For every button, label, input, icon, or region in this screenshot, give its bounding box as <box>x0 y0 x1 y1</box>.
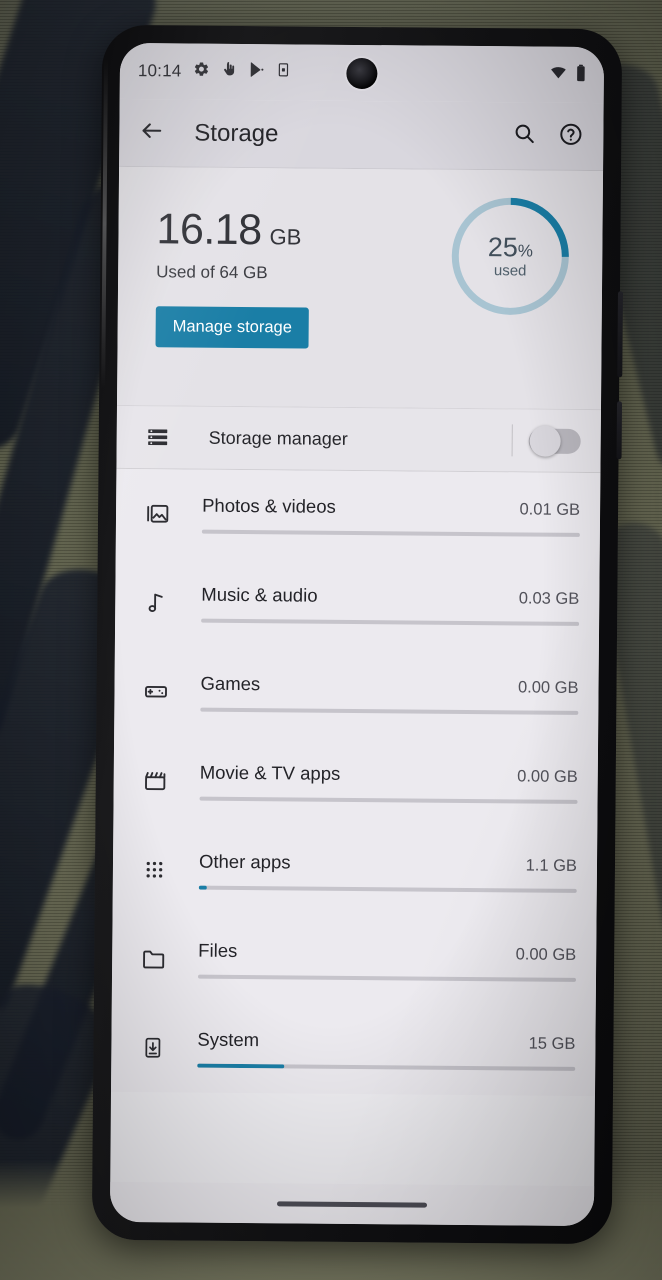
used-of-total-label: Used of 64 GB <box>156 262 268 283</box>
app-bar-actions <box>512 121 583 152</box>
category-usage-bar <box>199 796 578 804</box>
apps-grid-icon <box>137 858 171 881</box>
device-screenshot-icon <box>275 61 290 83</box>
category-header: Photos & videos 0.01 GB <box>202 495 580 520</box>
play-store-icon <box>247 61 264 83</box>
category-row-files[interactable]: Files 0.00 GB <box>112 914 597 1007</box>
category-header: System 15 GB <box>197 1029 575 1054</box>
music-note-icon <box>139 590 173 615</box>
storage-category-list: Photos & videos 0.01 GB Music & audio 0.… <box>110 468 601 1097</box>
category-usage-bar <box>197 1063 576 1071</box>
toggle-knob <box>529 425 561 457</box>
category-header: Files 0.00 GB <box>198 940 576 965</box>
category-size: 0.01 GB <box>519 500 581 519</box>
category-usage-bar <box>200 707 579 715</box>
category-size: 15 GB <box>528 1034 576 1053</box>
donut-percent-symbol: % <box>517 240 534 261</box>
wifi-icon <box>549 64 568 85</box>
phone-edge-highlight <box>101 58 109 389</box>
category-name: Files <box>198 939 238 961</box>
category-usage-bar <box>201 529 580 537</box>
battery-icon <box>576 63 586 86</box>
help-icon[interactable] <box>558 121 583 151</box>
row-divider <box>511 424 513 457</box>
category-row-system[interactable]: System 15 GB <box>111 1003 596 1096</box>
storage-manager-toggle[interactable] <box>528 425 581 457</box>
category-usage-bar <box>201 618 580 626</box>
category-size: 0.03 GB <box>518 589 580 608</box>
category-name: Photos & videos <box>202 494 336 517</box>
storage-manager-controls <box>511 424 581 457</box>
storage-summary-text: 16.18 GB Used of 64 GB Manage storage <box>143 193 310 349</box>
category-name: Music & audio <box>201 583 318 606</box>
storage-usage-donut: 25% used <box>448 194 573 319</box>
status-bar-right <box>549 63 586 86</box>
storage-summary-card: 16.18 GB Used of 64 GB Manage storage 25… <box>116 166 604 410</box>
category-row-movie-tv-apps[interactable]: Movie & TV apps 0.00 GB <box>113 736 598 829</box>
category-usage-fill <box>198 885 207 890</box>
status-clock: 10:14 <box>137 61 182 81</box>
category-row-games[interactable]: Games 0.00 GB <box>114 647 599 740</box>
gamepad-icon <box>138 679 172 704</box>
category-header: Other apps 1.1 GB <box>199 851 577 876</box>
touch-hand-icon <box>220 61 236 83</box>
list-lines-icon <box>141 425 175 449</box>
category-name: Other apps <box>198 850 291 873</box>
power-button[interactable] <box>617 291 624 378</box>
volume-button[interactable] <box>616 401 623 460</box>
donut-center-label: 25% used <box>448 194 573 319</box>
category-body: Music & audio 0.03 GB <box>201 584 579 626</box>
category-header: Movie & TV apps 0.00 GB <box>200 762 578 787</box>
category-usage-fill <box>197 1063 285 1069</box>
category-row-music-audio[interactable]: Music & audio 0.03 GB <box>115 558 600 651</box>
gesture-navigation-bar[interactable] <box>109 1181 595 1227</box>
status-bar: 10:14 <box>119 42 605 104</box>
category-size: 0.00 GB <box>517 678 579 697</box>
photo-scene: 10:14 Storage 16.18 GB Used of 64 GB Man… <box>0 0 662 1280</box>
front-camera-punch-hole <box>346 57 378 90</box>
manage-storage-button[interactable]: Manage storage <box>155 306 310 349</box>
category-body: System 15 GB <box>197 1029 576 1071</box>
back-arrow-icon[interactable] <box>139 118 164 148</box>
movie-clapper-icon <box>138 768 172 793</box>
donut-percent-text: 25% <box>487 231 534 262</box>
category-usage-bar <box>197 974 577 982</box>
system-device-icon <box>135 1036 169 1059</box>
photos-icon <box>140 501 174 526</box>
category-usage-bar <box>198 885 577 893</box>
folder-icon <box>136 946 170 971</box>
category-body: Other apps 1.1 GB <box>198 851 577 893</box>
category-header: Games 0.00 GB <box>200 673 578 698</box>
category-body: Photos & videos 0.01 GB <box>201 495 580 537</box>
phone-device: 10:14 Storage 16.18 GB Used of 64 GB Man… <box>91 24 624 1245</box>
category-row-photos-videos[interactable]: Photos & videos 0.01 GB <box>116 469 601 562</box>
status-bar-left: 10:14 <box>138 60 291 83</box>
donut-percent-number: 25 <box>487 231 518 262</box>
donut-caption: used <box>493 261 527 279</box>
search-icon[interactable] <box>512 121 536 150</box>
category-body: Files 0.00 GB <box>197 940 577 982</box>
used-amount-value: 16.18 <box>156 205 262 255</box>
storage-manager-label: Storage manager <box>208 427 348 449</box>
app-bar: Storage <box>119 98 604 172</box>
phone-screen: 10:14 Storage 16.18 GB Used of 64 GB Man… <box>109 42 605 1227</box>
category-size: 0.00 GB <box>517 767 578 786</box>
settings-gear-icon <box>192 61 209 83</box>
storage-manager-row[interactable]: Storage manager <box>116 404 601 474</box>
category-size: 0.00 GB <box>515 945 577 964</box>
used-amount-line: 16.18 GB <box>156 205 310 255</box>
category-header: Music & audio 0.03 GB <box>201 584 579 609</box>
gesture-pill[interactable] <box>277 1200 428 1208</box>
category-size: 1.1 GB <box>525 856 578 875</box>
category-row-other-apps[interactable]: Other apps 1.1 GB <box>113 825 598 918</box>
category-name: Games <box>200 672 261 695</box>
category-body: Games 0.00 GB <box>200 673 579 715</box>
used-amount-unit: GB <box>269 224 302 250</box>
page-title: Storage <box>194 119 279 147</box>
category-body: Movie & TV apps 0.00 GB <box>199 762 578 804</box>
category-name: System <box>197 1028 260 1051</box>
category-name: Movie & TV apps <box>199 761 341 784</box>
